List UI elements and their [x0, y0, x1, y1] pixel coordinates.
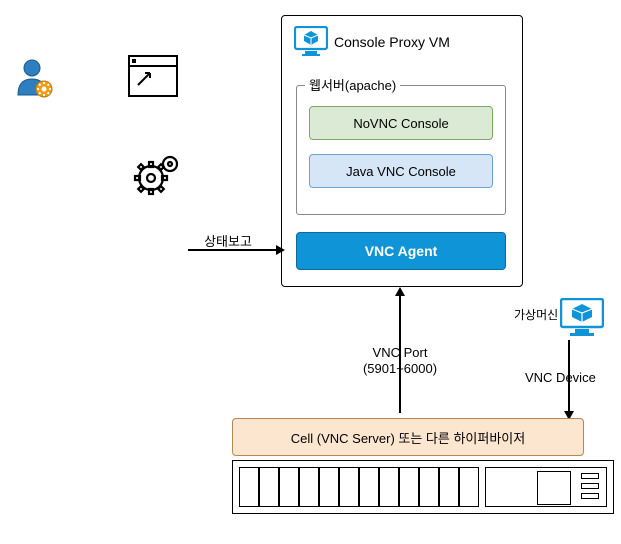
webserver-legend: 웹서버(apache): [305, 75, 400, 94]
status-report-arrowhead: [276, 245, 285, 255]
console-proxy-vm-title: Console Proxy VM: [334, 34, 450, 50]
monitor-cube-icon: [294, 26, 328, 61]
vnc-agent-label: VNC Agent: [365, 243, 438, 259]
vnc-port-line2: (5901~6000): [340, 361, 460, 377]
cell-label: Cell (VNC Server) 또는 다른 하이퍼바이저: [291, 428, 525, 447]
vnc-port-line1: VNC Port: [340, 345, 460, 361]
webserver-box: 웹서버(apache) NoVNC Console Java VNC Conso…: [296, 85, 506, 215]
vnc-agent-box: VNC Agent: [296, 232, 506, 270]
cell-box: Cell (VNC Server) 또는 다른 하이퍼바이저: [232, 418, 584, 456]
novnc-label: NoVNC Console: [353, 116, 448, 131]
user-admin-icon: [14, 55, 60, 104]
status-report-label: 상태보고: [198, 231, 258, 250]
vnc-port-arrowhead: [395, 287, 405, 296]
server-hardware-icon: [232, 460, 614, 514]
java-vnc-console-box: Java VNC Console: [309, 154, 493, 188]
vnc-port-label: VNC Port (5901~6000): [340, 345, 460, 376]
vm-monitor-icon: [560, 298, 604, 341]
novnc-console-box: NoVNC Console: [309, 106, 493, 140]
javavnc-label: Java VNC Console: [346, 164, 456, 179]
vnc-device-label: VNC Device: [525, 370, 596, 385]
browser-window-icon: [128, 55, 178, 100]
vm-label: 가상머신: [514, 306, 558, 323]
gears-icon: [128, 150, 184, 209]
